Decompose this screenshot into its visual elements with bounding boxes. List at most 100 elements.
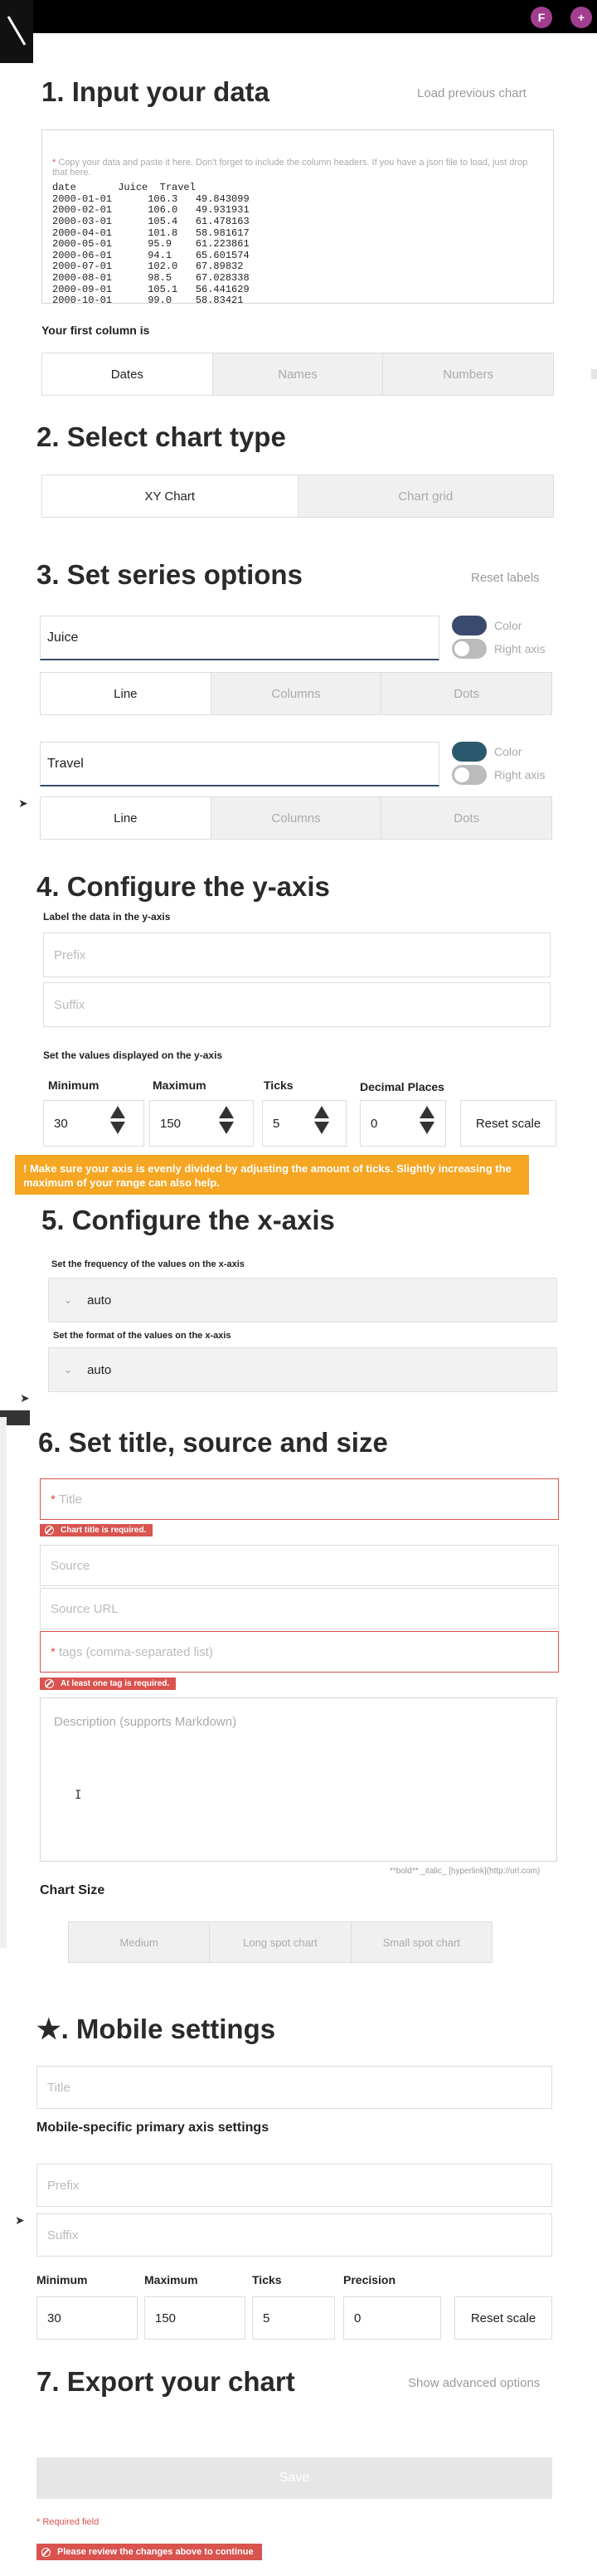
series-color-swatch[interactable] xyxy=(452,742,487,762)
title-error-text: Chart title is required. xyxy=(61,1526,147,1535)
chart-type-xy[interactable]: XY Chart xyxy=(42,475,298,517)
source-input[interactable]: Source xyxy=(40,1545,559,1586)
tags-placeholder: tags (comma-separated list) xyxy=(59,1644,213,1659)
mobile-prefix-input[interactable]: Prefix xyxy=(36,2164,552,2207)
series-type-line[interactable]: Line xyxy=(41,797,211,839)
scroll-handle[interactable] xyxy=(591,369,597,379)
text-cursor-icon: I xyxy=(75,1789,82,1802)
mobile-max-input[interactable]: 150 xyxy=(144,2296,245,2340)
section-title-input-data: 1. Input your data xyxy=(41,76,270,107)
right-axis-toggle[interactable] xyxy=(452,639,487,659)
chevron-down-icon: ⌄ xyxy=(64,1294,73,1306)
source-url-input[interactable]: Source URL xyxy=(40,1588,559,1629)
save-button[interactable]: Save xyxy=(36,2457,552,2499)
y-ticks-stepper[interactable] xyxy=(314,1106,329,1134)
mobile-precision-input[interactable]: 0 xyxy=(343,2296,441,2340)
chart-type-selector: XY Chart Chart grid xyxy=(41,475,554,518)
section-title-title-source-size: 6. Set title, source and size xyxy=(38,1427,388,1458)
title-error-badge: Chart title is required. xyxy=(40,1524,153,1536)
review-error-badge: Please review the changes above to conti… xyxy=(36,2544,262,2560)
y-min-input[interactable]: 30 xyxy=(43,1100,144,1147)
mobile-ticks-input[interactable]: 5 xyxy=(252,2296,335,2340)
series-color-swatch[interactable] xyxy=(452,616,487,635)
chart-title-input[interactable]: * Title xyxy=(40,1478,559,1520)
markdown-hint: **bold** _italic_ [hyperlink](http://url… xyxy=(390,1867,541,1876)
reset-scale-button[interactable]: Reset scale xyxy=(460,1100,556,1147)
section-title-mobile-settings: ★. Mobile settings xyxy=(36,2014,276,2044)
axis-warning-banner: ! Make sure your axis is evenly divided … xyxy=(15,1155,529,1195)
series-type-columns[interactable]: Columns xyxy=(210,673,381,714)
description-placeholder: Description (supports Markdown) xyxy=(54,1715,237,1729)
data-input-hint: Copy your data and paste it here. Don't … xyxy=(52,158,528,178)
chart-size-long-spot[interactable]: Long spot chart xyxy=(209,1922,351,1962)
load-previous-chart-link[interactable]: Load previous chart xyxy=(417,86,527,100)
mouse-cursor-icon: ➤ xyxy=(20,1391,30,1405)
chart-size-label: Chart Size xyxy=(40,1883,105,1897)
error-icon xyxy=(41,2547,51,2557)
y-max-input[interactable]: 150 xyxy=(149,1100,254,1147)
series-name-input[interactable]: Juice xyxy=(40,616,439,660)
tags-error-badge: At least one tag is required. xyxy=(40,1678,177,1690)
reset-labels-link[interactable]: Reset labels xyxy=(471,571,540,585)
left-edge-strip xyxy=(0,1417,7,1948)
y-ticks-input[interactable]: 5 xyxy=(262,1100,347,1147)
series-type-dots[interactable]: Dots xyxy=(381,797,552,839)
data-input-textarea[interactable]: * Copy your data and paste it here. Don'… xyxy=(41,129,554,304)
first-column-selector: Dates Names Numbers xyxy=(41,353,554,396)
chart-size-small-spot[interactable]: Small spot chart xyxy=(350,1922,492,1962)
section-title-chart-type: 2. Select chart type xyxy=(36,421,286,452)
color-label: Color xyxy=(494,619,522,632)
y-ticks-label: Ticks xyxy=(264,1079,294,1092)
first-column-label: Your first column is xyxy=(41,324,150,337)
chart-size-selector: Medium Long spot chart Small spot chart xyxy=(68,1921,493,1963)
series-name-input[interactable]: Travel xyxy=(40,742,439,786)
tags-input[interactable]: * tags (comma-separated list) xyxy=(40,1631,559,1673)
mobile-reset-scale-button[interactable]: Reset scale xyxy=(454,2296,552,2340)
series-type-columns[interactable]: Columns xyxy=(210,797,381,839)
x-axis-format-select[interactable]: ⌄ auto xyxy=(48,1347,557,1392)
description-textarea[interactable]: Description (supports Markdown) xyxy=(40,1697,557,1862)
top-bar xyxy=(0,0,597,33)
mobile-title-input[interactable]: Title xyxy=(36,2066,552,2109)
y-axis-label-heading: Label the data in the y-axis xyxy=(43,911,171,923)
required-star: * xyxy=(51,1492,60,1507)
app-logo[interactable] xyxy=(0,0,33,63)
series-type-selector: Line Columns Dots xyxy=(40,672,552,715)
y-decimal-stepper[interactable] xyxy=(420,1106,434,1134)
chevron-down-icon: ⌄ xyxy=(64,1364,73,1376)
chart-size-medium[interactable]: Medium xyxy=(69,1922,210,1962)
show-advanced-options-link[interactable]: Show advanced options xyxy=(408,2376,540,2390)
x-axis-format-value: auto xyxy=(87,1362,112,1377)
y-max-stepper[interactable] xyxy=(219,1106,234,1134)
series-type-line[interactable]: Line xyxy=(41,673,211,714)
mobile-precision-label: Precision xyxy=(343,2273,396,2286)
x-axis-format-label: Set the format of the values on the x-ax… xyxy=(53,1331,231,1341)
mobile-min-label: Minimum xyxy=(36,2273,88,2286)
chart-title-placeholder: Title xyxy=(59,1492,82,1507)
mobile-max-label: Maximum xyxy=(144,2273,198,2286)
add-icon[interactable]: + xyxy=(570,7,592,28)
first-column-option-dates[interactable]: Dates xyxy=(42,353,212,395)
right-axis-label: Right axis xyxy=(494,768,546,782)
first-column-option-names[interactable]: Names xyxy=(211,353,383,395)
error-icon xyxy=(45,1679,54,1688)
section-title-series-options: 3. Set series options xyxy=(36,559,303,590)
error-icon xyxy=(45,1526,54,1535)
y-min-label: Minimum xyxy=(48,1079,100,1092)
x-axis-frequency-select[interactable]: ⌄ auto xyxy=(48,1278,557,1322)
right-axis-toggle[interactable] xyxy=(452,765,487,785)
y-axis-prefix-input[interactable]: Prefix xyxy=(43,933,551,977)
mobile-axis-heading: Mobile-specific primary axis settings xyxy=(36,2121,269,2135)
section-title-y-axis: 4. Configure the y-axis xyxy=(36,871,330,902)
y-min-stepper[interactable] xyxy=(110,1106,125,1134)
x-axis-frequency-label: Set the frequency of the values on the x… xyxy=(51,1259,245,1269)
series-type-dots[interactable]: Dots xyxy=(381,673,552,714)
x-axis-frequency-value: auto xyxy=(87,1293,112,1307)
mobile-min-input[interactable]: 30 xyxy=(36,2296,138,2340)
chart-type-grid[interactable]: Chart grid xyxy=(297,475,553,517)
right-axis-label: Right axis xyxy=(494,642,546,655)
first-column-option-numbers[interactable]: Numbers xyxy=(382,353,554,395)
mobile-suffix-input[interactable]: Suffix xyxy=(36,2213,552,2257)
y-axis-suffix-input[interactable]: Suffix xyxy=(43,982,551,1027)
user-avatar[interactable]: F xyxy=(531,7,552,28)
